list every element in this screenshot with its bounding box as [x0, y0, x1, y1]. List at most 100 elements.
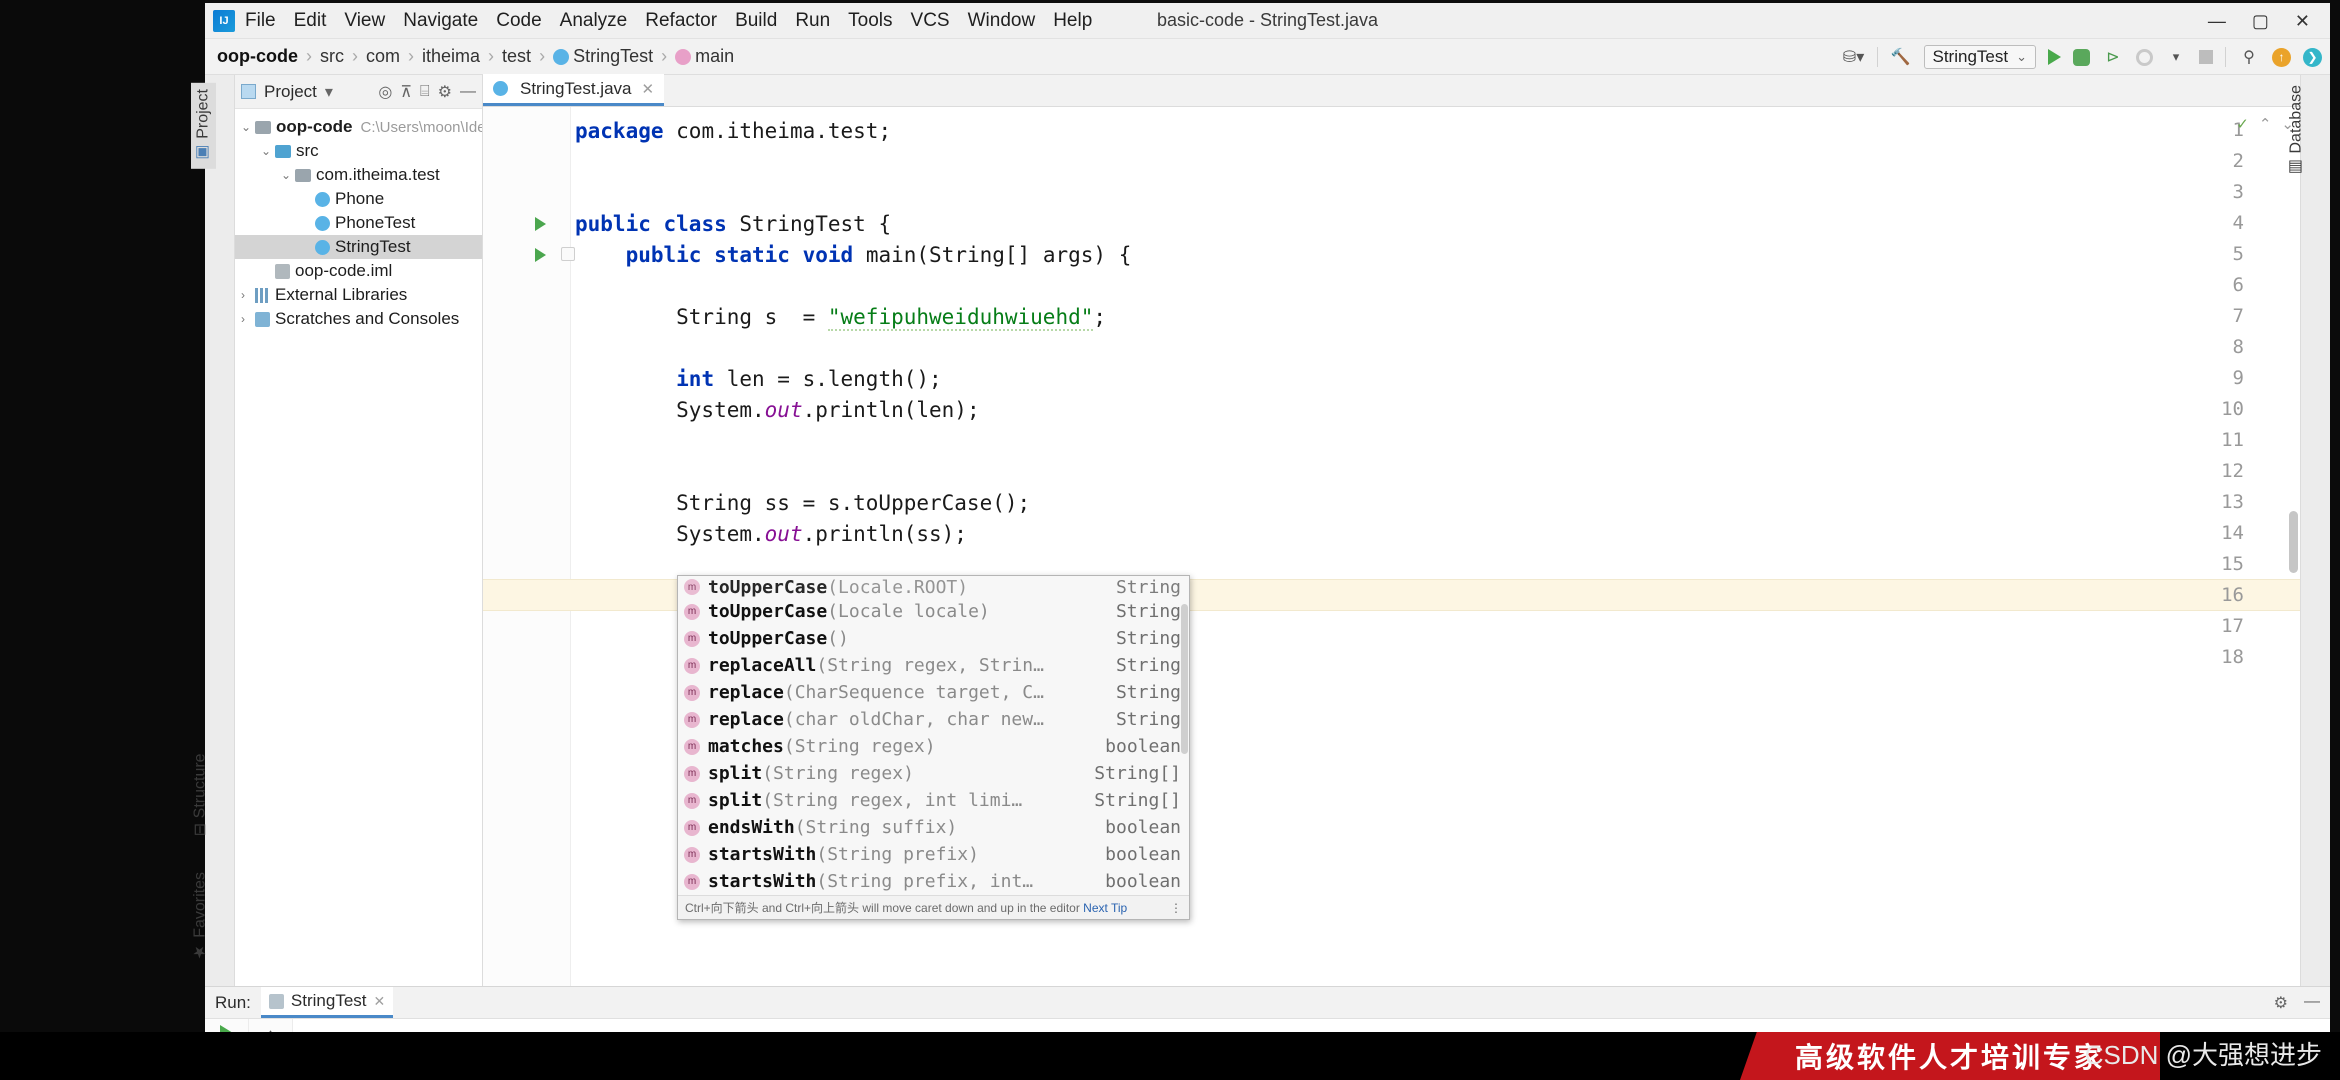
chevron-icon[interactable]: › [241, 312, 255, 326]
window-controls[interactable]: — ▢ ✕ [2208, 3, 2326, 39]
gear-icon[interactable]: ⚙ [2274, 993, 2288, 1013]
code-line[interactable]: package com.itheima.test; [575, 119, 891, 143]
debug-icon[interactable] [2073, 48, 2090, 66]
breadcrumb-item-src[interactable]: src [320, 46, 344, 67]
breadcrumb-item-stringtest[interactable]: StringTest [553, 46, 653, 67]
menu-item-run[interactable]: Run [795, 10, 830, 32]
run-configuration-selector[interactable]: StringTest ⌄ [1923, 45, 2036, 69]
tree-item-phonetest[interactable]: PhoneTest [235, 211, 482, 235]
search-everywhere-icon[interactable]: ⚲ [2238, 46, 2260, 68]
code-line[interactable]: int len = s.length(); [575, 367, 942, 391]
menu-item-build[interactable]: Build [735, 10, 777, 32]
locate-icon[interactable]: ◎ [378, 82, 392, 102]
menu-item-refactor[interactable]: Refactor [645, 10, 717, 32]
completion-item-startswith[interactable]: m startsWith (String prefix, int… boolean [678, 868, 1189, 895]
next-tip-link[interactable]: Next Tip [1083, 901, 1127, 915]
previous-highlight-icon[interactable]: ⌃ [2259, 115, 2272, 133]
completion-item-touppercase[interactable]: m toUpperCase (Locale locale) String [678, 598, 1189, 625]
hammer-build-icon[interactable]: 🔨 [1890, 46, 1912, 68]
menu-item-navigate[interactable]: Navigate [403, 10, 478, 32]
completion-scrollbar[interactable] [1181, 604, 1188, 754]
menu-item-view[interactable]: View [344, 10, 385, 32]
chevron-icon[interactable]: › [241, 288, 255, 302]
hide-icon[interactable]: — [2304, 993, 2320, 1013]
completion-item-touppercase[interactable]: m toUpperCase (Locale.ROOT) String [678, 576, 1189, 598]
hide-icon[interactable]: — [460, 83, 476, 101]
menu-item-vcs[interactable]: VCS [911, 10, 950, 32]
tab-stringtest-java[interactable]: StringTest.java ✕ [483, 74, 665, 106]
updates-icon[interactable]: ↑ [2272, 47, 2291, 67]
close-icon[interactable]: ✕ [374, 993, 386, 1010]
completion-item-matches[interactable]: m matches (String regex) boolean [678, 733, 1189, 760]
inspection-widget[interactable]: ✓ ⌃ ⌄ [2236, 115, 2294, 133]
code-line[interactable]: String s = "wefipuhweiduhwiuehd"; [575, 305, 1106, 331]
breadcrumb-item-com[interactable]: com [366, 46, 400, 67]
run-with-coverage-icon[interactable]: ⊳ [2102, 46, 2124, 68]
project-tree[interactable]: ⌄oop-codeC:\Users\moon\IdeaProjects⌄src⌄… [235, 109, 482, 337]
breadcrumb-item-test[interactable]: test [502, 46, 531, 67]
expand-all-icon[interactable]: ⊼ [400, 82, 412, 102]
completion-item-replace[interactable]: m replace (CharSequence target, C… String [678, 679, 1189, 706]
run-icon[interactable] [2048, 49, 2061, 65]
code-line[interactable]: System.out.println(len); [575, 398, 979, 422]
more-options-icon[interactable]: ⋮ [1170, 901, 1182, 915]
sidebar-item-structure[interactable]: ⊟ Structure [191, 753, 210, 836]
minimize-button[interactable]: — [2208, 11, 2226, 32]
chevron-down-icon[interactable]: ▾ [2165, 46, 2187, 68]
menu-item-code[interactable]: Code [496, 10, 541, 32]
completion-list[interactable]: m toUpperCase (Locale.ROOT) String m toUpperC… [678, 576, 1189, 895]
breadcrumb-item-oop-code[interactable]: oop-code [217, 46, 298, 67]
menu-item-analyze[interactable]: Analyze [560, 10, 628, 32]
tree-item-src[interactable]: ⌄ src [235, 139, 482, 163]
completion-item-endswith[interactable]: m endsWith (String suffix) boolean [678, 814, 1189, 841]
completion-item-replaceall[interactable]: m replaceAll (String regex, Strin… String [678, 652, 1189, 679]
editor-gutter[interactable] [483, 107, 571, 986]
completion-item-startswith[interactable]: m startsWith (String prefix) boolean [678, 841, 1189, 868]
menu-item-file[interactable]: File [245, 10, 276, 32]
stop-icon[interactable] [2199, 50, 2213, 64]
code-line[interactable]: System.out.println(ss); [575, 522, 967, 546]
code-line[interactable]: public static void main(String[] args) { [575, 243, 1132, 267]
chevron-icon[interactable]: ⌄ [281, 168, 295, 182]
gutter-run-icon[interactable] [535, 217, 546, 231]
breadcrumb-item-itheima[interactable]: itheima [422, 46, 480, 67]
sidebar-item-database[interactable]: ▤ Database [2287, 85, 2306, 178]
breadcrumb-item-main[interactable]: main [675, 46, 734, 67]
menu-item-tools[interactable]: Tools [848, 10, 892, 32]
sidebar-item-project[interactable]: ▣ Project [191, 83, 216, 169]
tree-item-oop-code[interactable]: ⌄ oop-code C:\Users\moon\IdeaProjects [235, 115, 482, 139]
chevron-down-icon[interactable]: ▾ [325, 82, 333, 102]
tree-item-oop-code-iml[interactable]: oop-code.iml [235, 259, 482, 283]
maximize-button[interactable]: ▢ [2252, 11, 2269, 32]
tree-item-scratches-and-consoles[interactable]: › Scratches and Consoles [235, 307, 482, 331]
tree-item-com-itheima-test[interactable]: ⌄ com.itheima.test [235, 163, 482, 187]
profile-icon[interactable] [2136, 48, 2153, 66]
gear-icon[interactable]: ⚙ [438, 82, 452, 102]
chevron-icon[interactable]: ⌄ [241, 120, 255, 134]
code-fold-icon[interactable] [561, 247, 575, 261]
tree-item-external-libraries[interactable]: › External Libraries [235, 283, 482, 307]
gutter-run-icon[interactable] [535, 248, 546, 262]
menu-item-help[interactable]: Help [1053, 10, 1092, 32]
tree-item-stringtest[interactable]: StringTest [235, 235, 482, 259]
tree-item-phone[interactable]: Phone [235, 187, 482, 211]
breadcrumb[interactable]: oop-code › src › com › itheima › test › StringTest… [217, 46, 734, 67]
completion-item-split[interactable]: m split (String regex) String[] [678, 760, 1189, 787]
vcs-update-icon[interactable]: ⛁▾ [1843, 46, 1865, 68]
chevron-icon[interactable]: ⌄ [261, 144, 275, 158]
assistant-icon[interactable]: ❯ [2303, 47, 2322, 67]
collapse-all-icon[interactable]: ⌸ [420, 83, 430, 101]
run-tab-stringtest[interactable]: StringTest ✕ [260, 987, 394, 1018]
menu-item-window[interactable]: Window [968, 10, 1036, 32]
code-completion-popup[interactable]: m toUpperCase (Locale.ROOT) String m toUpperC… [677, 575, 1190, 920]
editor-vertical-scrollbar[interactable] [2289, 511, 2298, 574]
completion-item-split[interactable]: m split (String regex, int limi… String[] [678, 787, 1189, 814]
close-button[interactable]: ✕ [2295, 11, 2310, 32]
code-line[interactable]: String ss = s.toUpperCase(); [575, 491, 1030, 515]
menu-item-edit[interactable]: Edit [294, 10, 327, 32]
completion-item-touppercase[interactable]: m toUpperCase() String [678, 625, 1189, 652]
completion-item-replace[interactable]: m replace (char oldChar, char new… String [678, 706, 1189, 733]
sidebar-item-favorites[interactable]: ★ Favorites [191, 872, 210, 962]
code-line[interactable]: public class StringTest { [575, 212, 891, 236]
close-icon[interactable]: ✕ [642, 80, 655, 98]
